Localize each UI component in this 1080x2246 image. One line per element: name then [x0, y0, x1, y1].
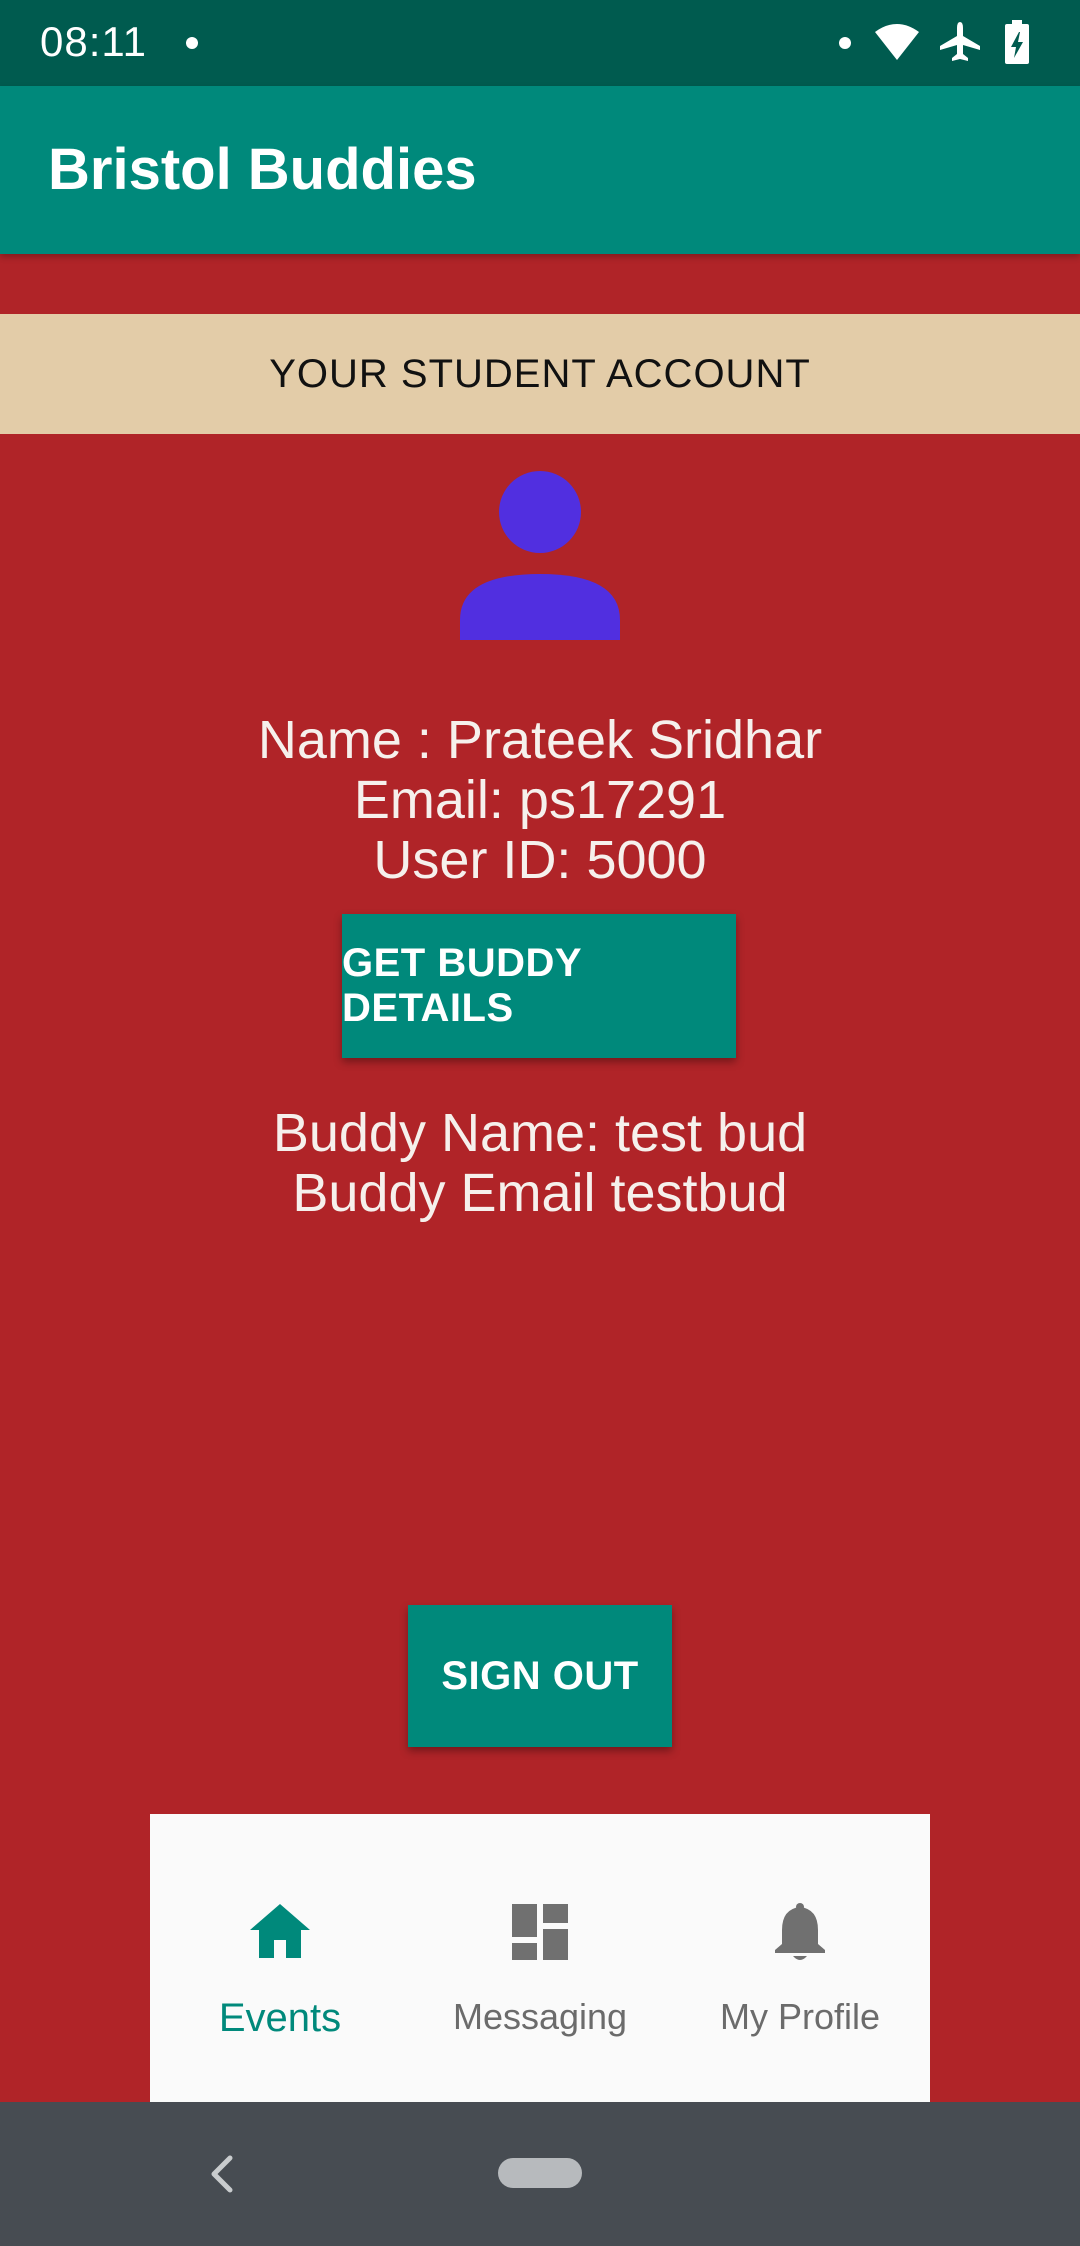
buddy-email: Buddy Email testbud: [292, 1163, 788, 1223]
sign-out-button[interactable]: SIGN OUT: [408, 1605, 672, 1747]
nav-item-events[interactable]: Events: [150, 1814, 410, 2102]
app-bar: Bristol Buddies: [0, 86, 1080, 254]
nav-item-messaging[interactable]: Messaging: [410, 1814, 670, 2102]
notification-dot-icon: [186, 37, 198, 49]
profile-info: Name : Prateek Sridhar Email: ps17291 Us…: [0, 710, 1080, 890]
profile-user-id: User ID: 5000: [373, 830, 707, 890]
wifi-icon: [875, 24, 919, 60]
home-pill-button[interactable]: [498, 2158, 582, 2188]
back-chevron-icon[interactable]: [204, 2152, 240, 2196]
notification-dot-icon: [839, 37, 851, 49]
profile-name: Name : Prateek Sridhar: [257, 710, 823, 770]
bell-icon: [775, 1903, 825, 1960]
account-banner: YOUR STUDENT ACCOUNT: [0, 314, 1080, 434]
battery-charging-icon: [1005, 20, 1029, 64]
nav-item-my-profile[interactable]: My Profile: [670, 1814, 930, 2102]
status-bar: 08:11: [0, 0, 1080, 86]
person-icon: [460, 471, 620, 640]
nav-label-my-profile: My Profile: [719, 1996, 881, 2037]
bottom-navigation: Events Messaging My Profile: [150, 1814, 930, 2102]
app-title: Bristol Buddies: [48, 137, 477, 202]
nav-label-messaging: Messaging: [452, 1996, 628, 2037]
nav-label-events: Events: [218, 1996, 342, 2040]
home-icon: [250, 1904, 310, 1958]
dashboard-icon: [512, 1904, 568, 1960]
profile-email: Email: ps17291: [353, 770, 727, 830]
status-time: 08:11: [40, 18, 147, 65]
system-navigation-bar: [0, 2102, 1080, 2246]
buddy-name: Buddy Name: test bud: [272, 1103, 808, 1163]
get-buddy-details-button[interactable]: GET BUDDY DETAILS: [342, 914, 736, 1058]
buddy-info: Buddy Name: test bud Buddy Email testbud: [0, 1103, 1080, 1223]
airplane-mode-icon: [940, 22, 980, 61]
